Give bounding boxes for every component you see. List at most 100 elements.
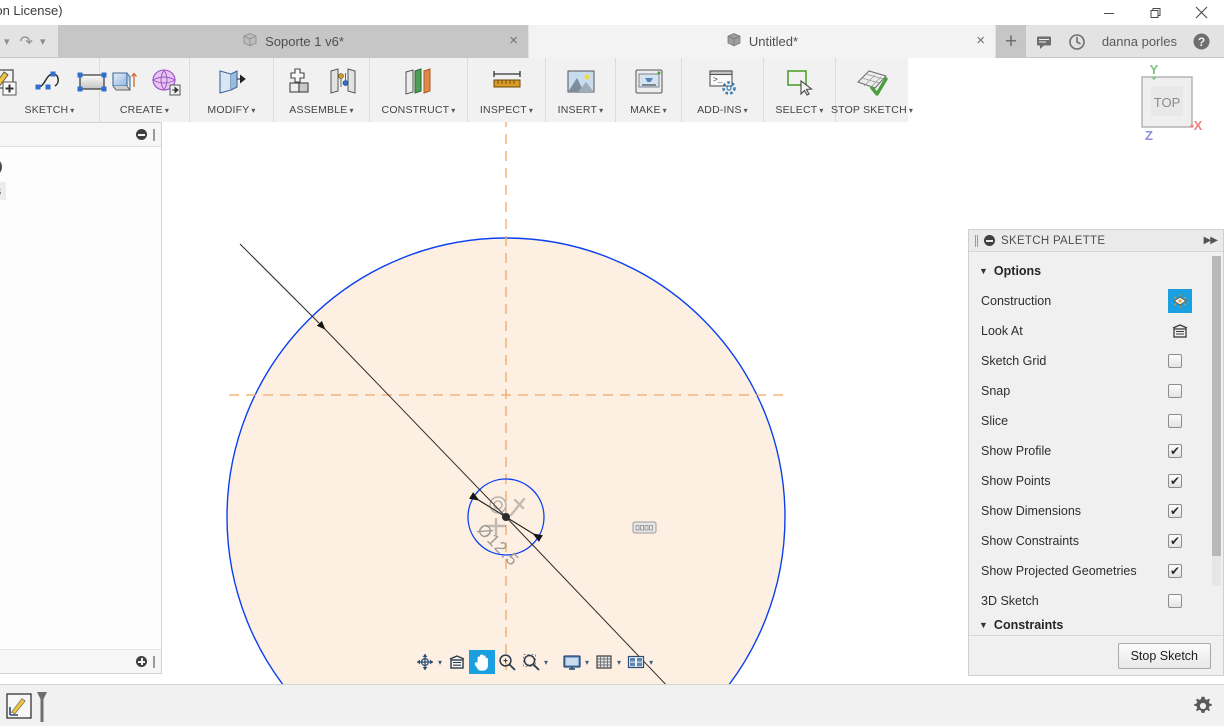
user-name-label[interactable]: danna porles [1094,34,1185,49]
insert-image-icon[interactable] [561,62,601,102]
look-at-icon[interactable] [1168,319,1192,343]
palette-grip[interactable] [975,234,978,247]
pan-hand-icon[interactable] [469,650,496,674]
forward-arrow-icon[interactable]: ↷ [20,32,33,52]
sketch-timeline-icon[interactable] [6,693,32,724]
show-constraints-checkbox[interactable]: ✔ [1168,534,1182,548]
browser-row[interactable]: Settings [0,179,161,203]
chevron-down-icon[interactable]: ▾ [819,106,823,115]
scripts-addins-icon[interactable]: >_ [703,62,743,102]
browser-row[interactable]: hes [0,251,161,275]
palette-row-show-constraints[interactable]: Show Constraints ✔ [969,526,1223,556]
zoom-icon[interactable] [495,650,519,674]
chevron-down-icon[interactable]: ▾ [350,106,354,115]
palette-row-snap[interactable]: Snap [969,376,1223,406]
construction-icon[interactable] [1168,289,1192,313]
browser-row[interactable]: d) [0,155,161,179]
3d-print-icon[interactable] [629,62,669,102]
chevron-down-icon[interactable]: ▾ [744,106,748,115]
panel-grip[interactable] [153,655,155,668]
revolve-mesh-icon[interactable] [146,62,186,102]
offset-plane-icon[interactable] [399,62,439,102]
chevron-down-icon[interactable]: ▾ [584,658,592,667]
orbit-icon[interactable] [413,650,437,674]
chevron-down-icon[interactable]: ▾ [616,658,624,667]
grid-snaps-icon[interactable] [592,650,616,674]
palette-row-look-at[interactable]: Look At [969,316,1223,346]
palette-row-3d-sketch[interactable]: 3D Sketch [969,586,1223,616]
view-cube[interactable]: TOP Y X Z [1118,62,1224,154]
chevron-down-icon[interactable]: ▾ [648,658,656,667]
chevron-down-icon[interactable]: ▾ [70,106,74,115]
extrude-icon[interactable] [104,62,144,102]
finish-sketch-icon[interactable] [852,62,892,102]
measure-icon[interactable] [487,62,527,102]
sketch-grid-checkbox[interactable] [1168,354,1182,368]
chevron-down-icon[interactable]: ▾ [663,106,667,115]
svg-text:?: ? [1198,35,1205,49]
forward-dropdown-icon[interactable]: ▾ [40,35,46,48]
display-settings-icon[interactable] [560,650,584,674]
snap-checkbox[interactable] [1168,384,1182,398]
section-options[interactable]: ▼ Options [969,258,1223,286]
chevron-down-icon[interactable]: ▾ [165,106,169,115]
visibility-toggle-icon[interactable] [0,158,3,176]
expand-icon[interactable]: ▶▶ [1204,235,1218,246]
palette-scrollbar[interactable] [1212,256,1221,586]
joint-icon[interactable] [323,62,363,102]
document-tab-untitled[interactable]: Untitled* × [529,25,995,58]
show-profile-checkbox[interactable]: ✔ [1168,444,1182,458]
browser-row-sketch1[interactable]: ketch1 [0,275,161,299]
browser-row[interactable]: ws [0,203,161,227]
palette-row-slice[interactable]: Slice [969,406,1223,436]
look-at-icon[interactable] [445,650,469,674]
select-icon[interactable] [780,62,820,102]
minimize-icon[interactable] [136,129,147,140]
slice-checkbox[interactable] [1168,414,1182,428]
show-points-checkbox[interactable]: ✔ [1168,474,1182,488]
browser-tree: d) Settings ws s hes ketch1 [0,147,161,299]
palette-row-construction[interactable]: Construction [969,286,1223,316]
minimize-button[interactable] [1086,0,1132,25]
expand-icon[interactable] [136,656,147,667]
press-pull-icon[interactable] [212,62,252,102]
palette-row-show-projected-geometries[interactable]: Show Projected Geometries ✔ [969,556,1223,586]
browser-row[interactable]: s [0,227,161,251]
comments-icon[interactable] [1028,25,1061,58]
job-status-icon[interactable] [1061,25,1094,58]
create-sketch-icon[interactable] [0,62,28,102]
section-constraints[interactable]: ▼ Constraints [969,616,1223,635]
new-component-icon[interactable] [281,62,321,102]
spline-icon[interactable] [30,62,70,102]
chevron-down-icon[interactable]: ▾ [909,106,913,115]
marking-menu-icon[interactable] [632,520,657,535]
zoom-window-icon[interactable] [519,650,543,674]
chevron-down-icon[interactable]: ▾ [599,106,603,115]
stop-sketch-button[interactable]: Stop Sketch [1117,642,1211,669]
3d-sketch-checkbox[interactable] [1168,594,1182,608]
new-tab-button[interactable]: + [996,25,1026,58]
maximize-restore-button[interactable] [1132,0,1178,25]
panel-grip[interactable] [153,128,155,141]
close-button[interactable] [1178,0,1224,25]
chevron-down-icon[interactable]: ▾ [451,106,455,115]
minimize-icon[interactable] [984,235,995,246]
show-dimensions-checkbox[interactable]: ✔ [1168,504,1182,518]
back-dropdown-icon[interactable]: ▾ [4,35,10,48]
palette-row-sketch-grid[interactable]: Sketch Grid [969,346,1223,376]
palette-row-show-profile[interactable]: Show Profile ✔ [969,436,1223,466]
chevron-down-icon[interactable]: ▾ [543,658,551,667]
show-projected-geometries-checkbox[interactable]: ✔ [1168,564,1182,578]
timeline-end-marker[interactable] [35,690,49,726]
palette-row-show-points[interactable]: Show Points ✔ [969,466,1223,496]
document-tab-close-icon[interactable]: × [976,33,985,48]
document-tab-soporte[interactable]: Soporte 1 v6* × [58,25,528,58]
help-icon[interactable]: ? [1185,25,1218,58]
gear-icon[interactable] [1192,695,1214,717]
viewports-icon[interactable] [624,650,648,674]
document-tab-close-icon[interactable]: × [509,33,518,48]
chevron-down-icon[interactable]: ▾ [437,658,445,667]
palette-row-show-dimensions[interactable]: Show Dimensions ✔ [969,496,1223,526]
chevron-down-icon[interactable]: ▾ [529,106,533,115]
chevron-down-icon[interactable]: ▾ [251,106,255,115]
